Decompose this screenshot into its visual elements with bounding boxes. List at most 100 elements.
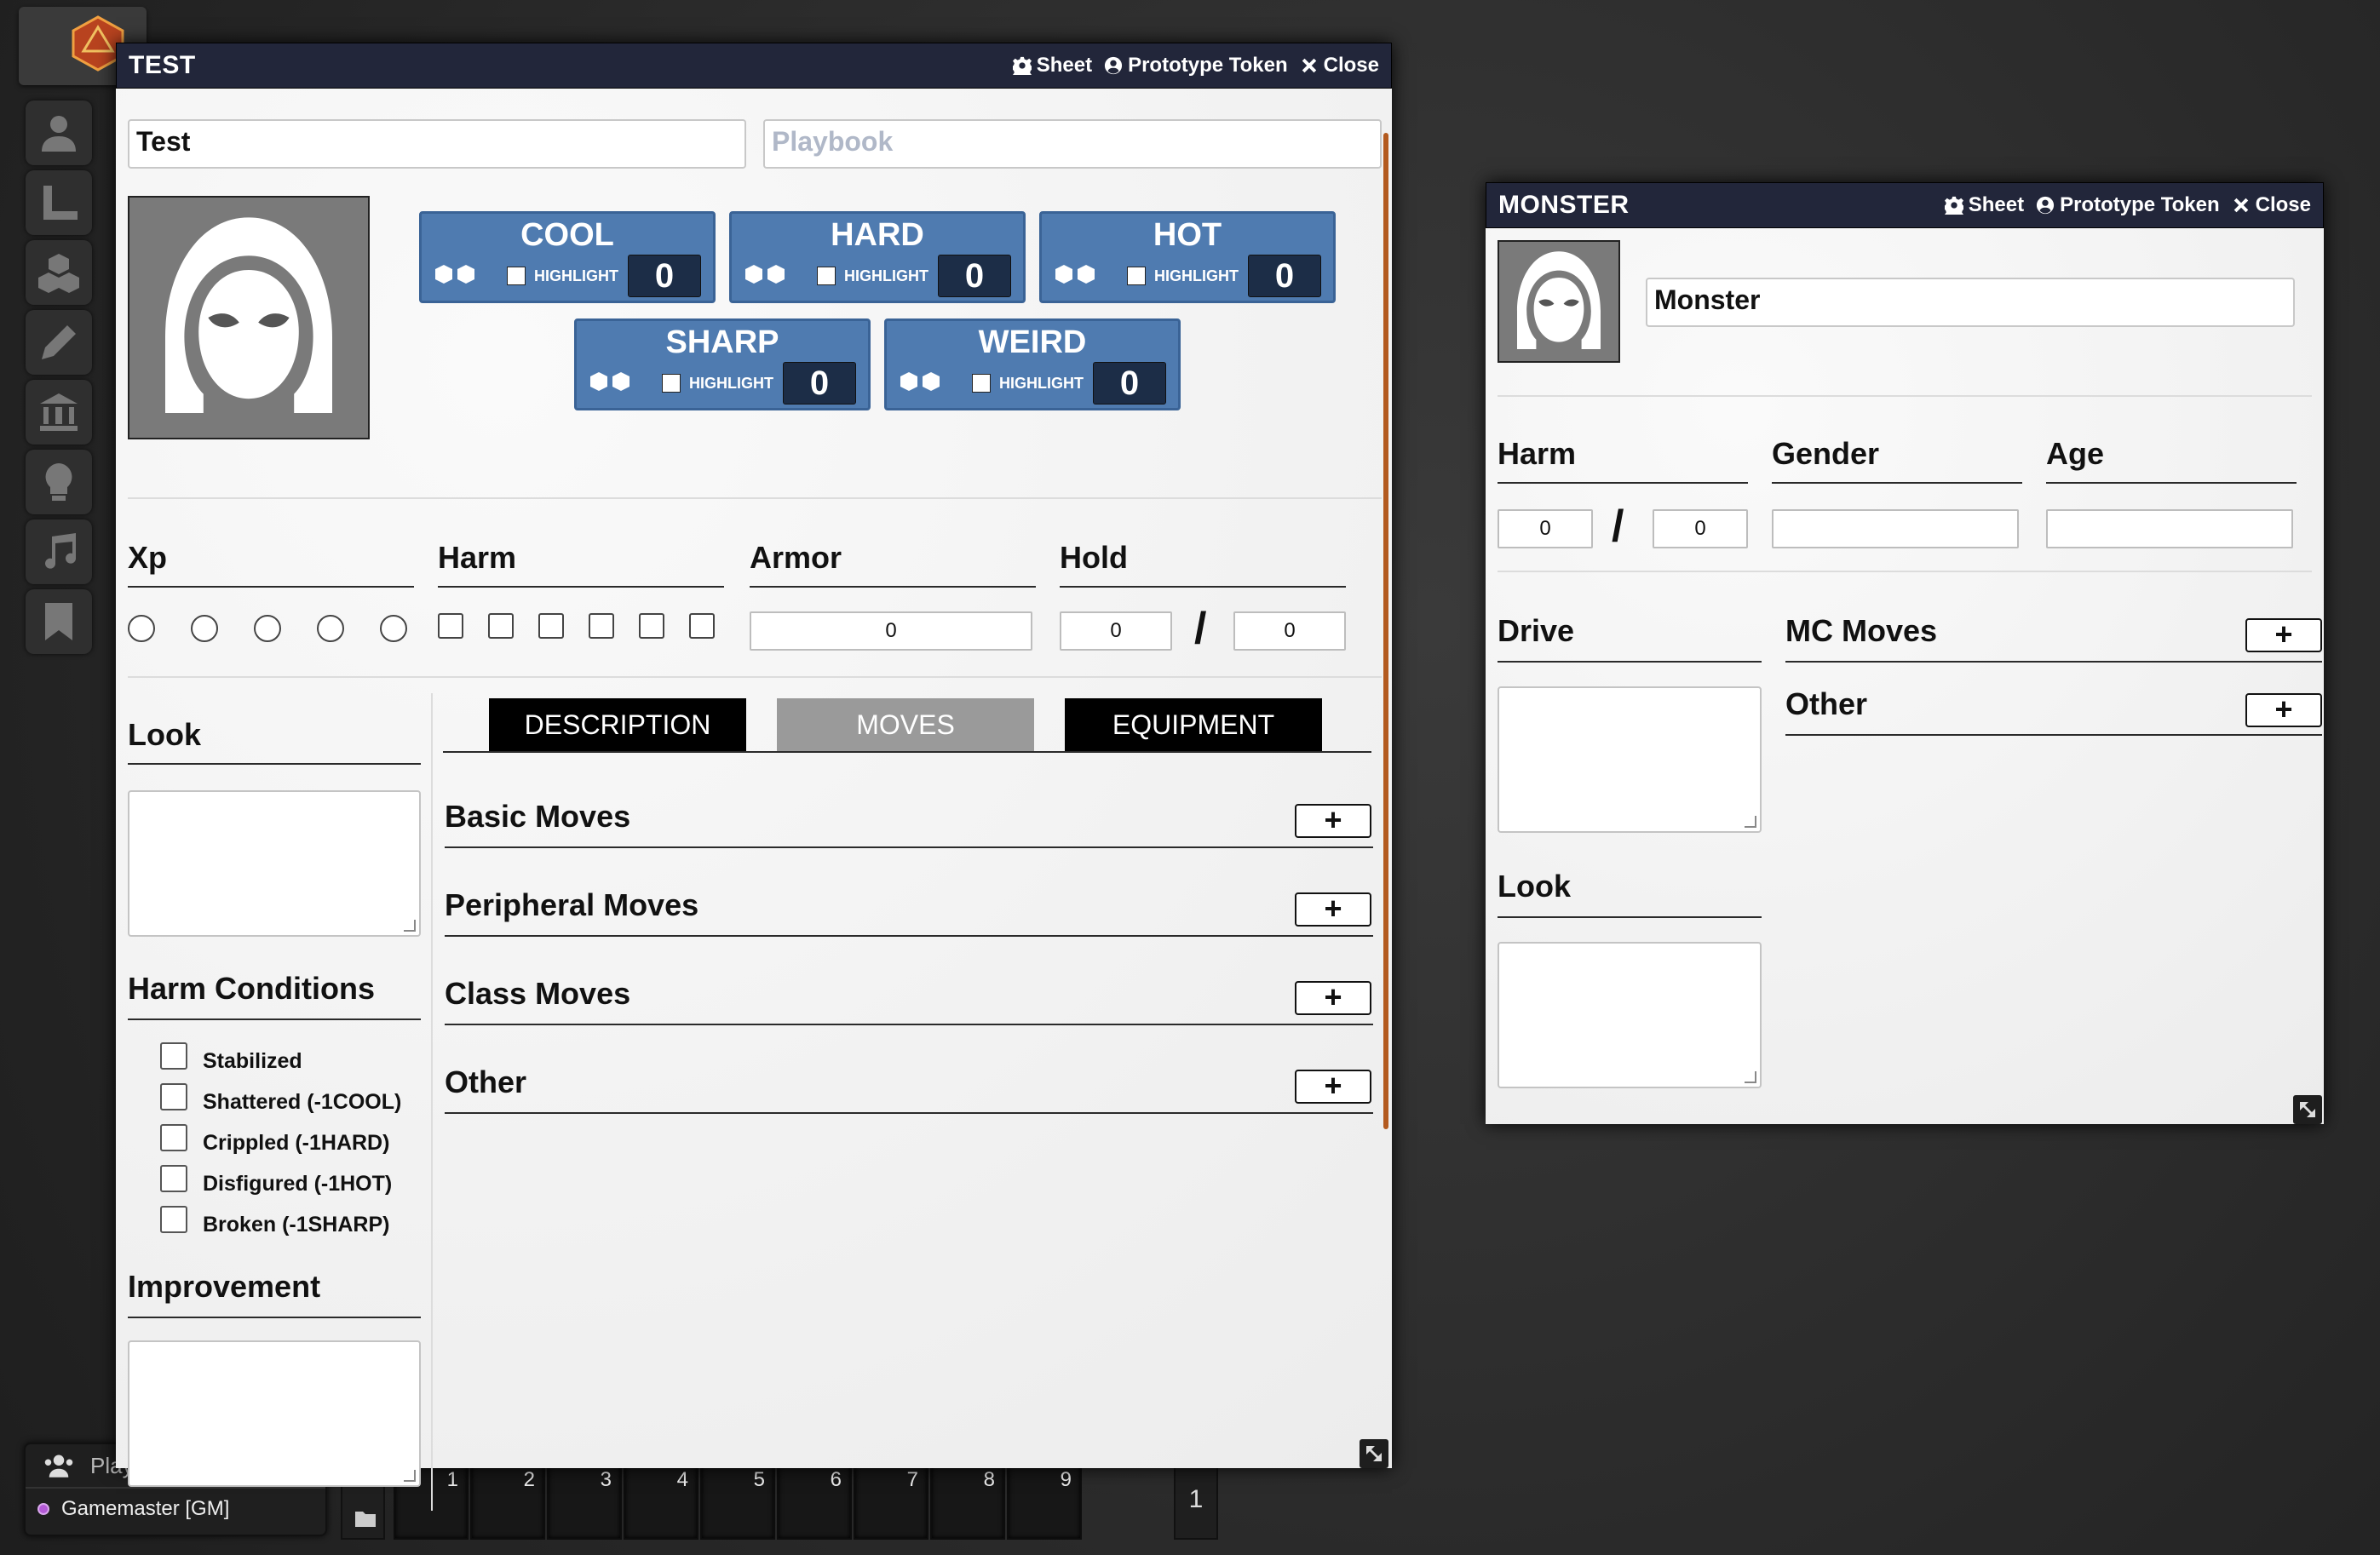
monster-harm-input[interactable]: 0 (1498, 509, 1593, 548)
xp-bubble[interactable] (317, 615, 344, 642)
condition-disfigured[interactable]: Disfigured (-1HOT) (160, 1165, 392, 1197)
prototype-token-button[interactable]: Prototype Token (2036, 193, 2220, 217)
add-other-move-button[interactable]: + (1295, 1070, 1371, 1104)
add-class-move-button[interactable]: + (1295, 981, 1371, 1015)
harm-box[interactable] (488, 613, 514, 639)
hotbar-slot[interactable]: 3 (547, 1461, 622, 1540)
sheet-config-button[interactable]: Sheet (1944, 193, 2024, 217)
condition-broken[interactable]: Broken (-1SHARP) (160, 1206, 389, 1238)
playbook-input[interactable]: Playbook (763, 119, 1382, 169)
highlight-toggle[interactable]: HIGHLIGHT (662, 374, 773, 393)
hotbar-slot[interactable]: 5 (700, 1461, 775, 1540)
drive-textarea[interactable] (1498, 686, 1762, 833)
xp-bubble[interactable] (254, 615, 281, 642)
armor-input[interactable]: 0 (750, 611, 1032, 651)
control-lighting[interactable] (26, 450, 92, 514)
hold-value-input[interactable]: 0 (1060, 611, 1172, 651)
window-header[interactable]: MONSTER Sheet Prototype Token Close (1486, 182, 2324, 228)
monster-harm-max-input[interactable]: 0 (1653, 509, 1748, 548)
monster-portrait[interactable] (1498, 240, 1620, 363)
condition-checkbox[interactable] (160, 1206, 187, 1233)
control-drawing[interactable] (26, 310, 92, 375)
dice-roll-icon[interactable] (744, 263, 788, 287)
prototype-token-button[interactable]: Prototype Token (1104, 54, 1288, 77)
hotbar-page-control[interactable]: 1 (1174, 1461, 1218, 1540)
stat-value[interactable]: 0 (783, 362, 856, 405)
close-button[interactable]: Close (1300, 54, 1379, 77)
tab-equipment[interactable]: EQUIPMENT (1065, 698, 1322, 751)
window-resize-handle[interactable] (1360, 1439, 1388, 1468)
dice-roll-icon[interactable] (589, 370, 633, 394)
gender-input[interactable] (1772, 509, 2019, 548)
look-textarea[interactable] (128, 790, 421, 937)
hotbar-slot[interactable]: 4 (624, 1461, 698, 1540)
dice-roll-icon[interactable] (1054, 263, 1098, 287)
highlight-checkbox[interactable] (1127, 267, 1146, 285)
highlight-toggle[interactable]: HIGHLIGHT (972, 374, 1084, 393)
hotbar-slot[interactable]: 9 (1007, 1461, 1082, 1540)
stat-value[interactable]: 0 (628, 255, 701, 297)
harm-box[interactable] (689, 613, 715, 639)
control-measure[interactable] (26, 170, 92, 235)
users-icon (44, 1455, 73, 1478)
improvement-textarea[interactable] (128, 1340, 421, 1487)
highlight-toggle[interactable]: HIGHLIGHT (507, 267, 618, 285)
player-color-dot (37, 1503, 49, 1515)
player-row[interactable]: Gamemaster [GM] (26, 1489, 325, 1521)
xp-bubble[interactable] (380, 615, 407, 642)
harm-box[interactable] (639, 613, 664, 639)
condition-shattered[interactable]: Shattered (-1COOL) (160, 1083, 401, 1116)
add-basic-move-button[interactable]: + (1295, 804, 1371, 838)
highlight-checkbox[interactable] (662, 374, 681, 393)
highlight-checkbox[interactable] (507, 267, 526, 285)
highlight-checkbox[interactable] (972, 374, 991, 393)
highlight-toggle[interactable]: HIGHLIGHT (817, 267, 928, 285)
sheet-config-button[interactable]: Sheet (1012, 54, 1092, 77)
control-walls[interactable] (26, 380, 92, 445)
add-peripheral-move-button[interactable]: + (1295, 892, 1371, 927)
condition-checkbox[interactable] (160, 1042, 187, 1070)
harm-box[interactable] (538, 613, 564, 639)
stat-value[interactable]: 0 (1248, 255, 1321, 297)
hotbar-slot[interactable]: 8 (930, 1461, 1005, 1540)
add-other-button[interactable]: + (2245, 693, 2322, 727)
stat-value[interactable]: 0 (938, 255, 1011, 297)
condition-checkbox[interactable] (160, 1083, 187, 1110)
condition-checkbox[interactable] (160, 1124, 187, 1151)
character-portrait[interactable] (128, 196, 370, 439)
window-resize-handle[interactable] (2293, 1095, 2322, 1124)
control-notes[interactable] (26, 589, 92, 654)
sheet-body: Test Playbook COOL HIGHLIGHT 0 HARD HIGH… (116, 89, 1392, 1511)
scrollbar[interactable] (1383, 133, 1388, 1129)
tab-description[interactable]: DESCRIPTION (489, 698, 746, 751)
token-button-label: Prototype Token (2060, 193, 2220, 216)
hold-max-input[interactable]: 0 (1233, 611, 1346, 651)
dice-roll-icon[interactable] (434, 263, 478, 287)
control-tiles[interactable] (26, 240, 92, 305)
add-mc-move-button[interactable]: + (2245, 618, 2322, 652)
highlight-toggle[interactable]: HIGHLIGHT (1127, 267, 1239, 285)
stat-value[interactable]: 0 (1093, 362, 1166, 405)
monster-look-textarea[interactable] (1498, 942, 1762, 1088)
condition-stabilized[interactable]: Stabilized (160, 1042, 302, 1075)
hotbar-slot[interactable]: 2 (470, 1461, 545, 1540)
highlight-label: HIGHLIGHT (999, 374, 1084, 392)
harm-box[interactable] (438, 613, 463, 639)
tab-moves[interactable]: MOVES (777, 698, 1034, 751)
highlight-checkbox[interactable] (817, 267, 836, 285)
age-input[interactable] (2046, 509, 2293, 548)
condition-checkbox[interactable] (160, 1165, 187, 1192)
xp-bubble[interactable] (191, 615, 218, 642)
monster-name-input[interactable]: Monster (1646, 278, 2295, 327)
dice-roll-icon[interactable] (899, 370, 943, 394)
hotbar-slot[interactable]: 7 (854, 1461, 928, 1540)
window-header[interactable]: TEST Sheet Prototype Token Close (116, 43, 1392, 89)
control-sounds[interactable] (26, 519, 92, 584)
character-name-input[interactable]: Test (128, 119, 746, 169)
hotbar-slot[interactable]: 6 (777, 1461, 852, 1540)
control-tokens[interactable] (26, 100, 92, 165)
harm-box[interactable] (589, 613, 614, 639)
xp-bubble[interactable] (128, 615, 155, 642)
condition-crippled[interactable]: Crippled (-1HARD) (160, 1124, 389, 1156)
close-button[interactable]: Close (2232, 193, 2311, 217)
